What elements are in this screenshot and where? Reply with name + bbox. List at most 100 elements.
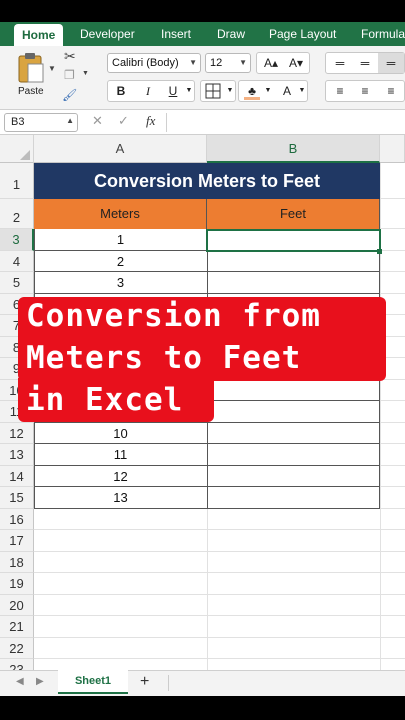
- row-header-1[interactable]: 1: [0, 163, 34, 199]
- row-header-2[interactable]: 2: [0, 199, 34, 229]
- format-painter-icon[interactable]: 🖌: [62, 88, 77, 102]
- cancel-icon[interactable]: ✕: [92, 113, 103, 129]
- ribbon-home: ▼ Paste ✂ ❐ ▼ 🖌 Calibri (Body) ▼ 12 ▼ A▴…: [0, 46, 405, 110]
- fill-dropdown-icon[interactable]: ▼: [263, 81, 273, 101]
- tab-draw[interactable]: Draw: [217, 22, 245, 46]
- row-header-18[interactable]: 18: [0, 551, 34, 573]
- align-right-icon[interactable]: ≡: [378, 81, 404, 101]
- row-header-22[interactable]: 22: [0, 637, 34, 659]
- row-header-13[interactable]: 13: [0, 444, 34, 466]
- formula-bar: B3 ▲▼ ✕ ✓ fx: [0, 110, 405, 142]
- borders-dropdown-icon[interactable]: ▼: [225, 81, 235, 101]
- underline-button[interactable]: U: [162, 81, 184, 101]
- copy-icon[interactable]: ❐: [64, 68, 75, 82]
- bold-button[interactable]: B: [108, 81, 134, 101]
- tab-divider: [168, 675, 169, 691]
- column-header-c[interactable]: [380, 135, 405, 163]
- row-header-21[interactable]: 21: [0, 616, 34, 638]
- row-header-12[interactable]: 12: [0, 422, 34, 444]
- column-header-b[interactable]: B: [207, 135, 380, 163]
- prev-sheet-icon[interactable]: ◀: [16, 676, 24, 687]
- font-size-buttons: A▴ A▾: [256, 52, 310, 74]
- gridline-row: [34, 658, 405, 659]
- next-sheet-icon[interactable]: ▶: [36, 676, 44, 687]
- row-header-20[interactable]: 20: [0, 594, 34, 616]
- row-header-3[interactable]: 3: [0, 229, 34, 251]
- horizontal-align-buttons: ≡ ≡ ≡: [325, 80, 405, 102]
- font-size-select[interactable]: 12 ▼: [205, 53, 251, 73]
- paste-button[interactable]: ▼ Paste: [8, 50, 58, 106]
- italic-button[interactable]: I: [135, 81, 161, 101]
- meters-cell-a5[interactable]: 3: [34, 272, 207, 294]
- decrease-font-button[interactable]: A▾: [284, 53, 308, 73]
- ribbon-tab-bar: Home Developer Insert Draw Page Layout F…: [0, 22, 405, 46]
- align-left-icon[interactable]: ≡: [328, 81, 352, 101]
- select-all-corner[interactable]: [0, 135, 34, 163]
- banner-line-2: Meters to Feet: [26, 340, 302, 376]
- font-color-icon[interactable]: A: [277, 81, 297, 101]
- sheet-tab-sheet1[interactable]: Sheet1: [58, 670, 128, 694]
- meters-cell-a14[interactable]: 12: [34, 466, 207, 488]
- gridline-row: [34, 550, 405, 552]
- clipboard-icon: [18, 53, 44, 83]
- gridline-row: [34, 572, 405, 573]
- row-header-14[interactable]: 14: [0, 465, 34, 487]
- name-box[interactable]: B3 ▲▼: [4, 113, 78, 142]
- font-size-value: 12: [210, 57, 223, 69]
- tab-page-layout[interactable]: Page Layout: [269, 22, 336, 46]
- row-header-4[interactable]: 4: [0, 250, 34, 272]
- gridline-row: [34, 636, 405, 638]
- select-all-triangle-icon: [20, 150, 30, 160]
- name-box-value: B3: [11, 116, 25, 128]
- banner-line-1: Conversion from: [26, 298, 321, 334]
- align-top-icon[interactable]: ═: [328, 53, 352, 73]
- copy-dropdown-icon[interactable]: ▼: [82, 70, 89, 77]
- increase-font-button[interactable]: A▴: [259, 53, 283, 73]
- chevron-down-icon: ▼: [189, 58, 197, 67]
- fill-font-color-buttons: ♣ ▼ A ▼: [238, 80, 308, 102]
- column-header-a[interactable]: A: [34, 135, 207, 163]
- fill-color-swatch: [244, 97, 260, 100]
- meters-cell-a12[interactable]: 10: [34, 423, 207, 445]
- header-meters[interactable]: Meters: [34, 199, 207, 229]
- paste-label: Paste: [18, 86, 44, 97]
- tab-developer[interactable]: Developer: [80, 22, 135, 46]
- tab-insert[interactable]: Insert: [161, 22, 191, 46]
- borders-button[interactable]: ▼: [200, 80, 236, 102]
- borders-icon: [205, 83, 221, 99]
- gridline-row: [34, 593, 405, 595]
- banner-line-3: in Excel: [26, 382, 184, 418]
- row-header-23[interactable]: 23: [0, 659, 34, 670]
- align-middle-icon[interactable]: ═: [353, 53, 377, 73]
- row-header-15[interactable]: 15: [0, 487, 34, 509]
- font-name-value: Calibri (Body): [112, 57, 179, 69]
- title-cell[interactable]: Conversion Meters to Feet: [34, 163, 380, 199]
- gridline-row: [34, 529, 405, 530]
- paste-dropdown-icon[interactable]: ▼: [48, 64, 56, 73]
- tab-formulas[interactable]: Formula: [361, 22, 405, 46]
- vertical-align-buttons: ═ ═ ═: [325, 52, 405, 74]
- confirm-icon[interactable]: ✓: [118, 113, 129, 129]
- meters-cell-a13[interactable]: 11: [34, 444, 207, 466]
- gridline-row: [34, 615, 405, 616]
- function-icon[interactable]: fx: [146, 113, 155, 129]
- cut-icon[interactable]: ✂: [64, 48, 76, 65]
- chevron-down-icon: ▼: [239, 58, 247, 67]
- meters-cell-a3[interactable]: 1: [34, 229, 207, 251]
- align-bottom-icon[interactable]: ═: [378, 53, 404, 73]
- underline-dropdown-icon[interactable]: ▼: [184, 81, 194, 101]
- meters-cell-a15[interactable]: 13: [34, 487, 207, 509]
- font-color-dropdown-icon[interactable]: ▼: [297, 81, 307, 101]
- add-sheet-button[interactable]: +: [140, 673, 149, 691]
- font-name-select[interactable]: Calibri (Body) ▼: [107, 53, 201, 73]
- selected-cell-b3[interactable]: [206, 229, 381, 252]
- header-feet[interactable]: Feet: [207, 199, 380, 229]
- row-header-5[interactable]: 5: [0, 272, 34, 294]
- tab-home[interactable]: Home: [14, 24, 64, 46]
- align-center-icon[interactable]: ≡: [353, 81, 377, 101]
- row-header-17[interactable]: 17: [0, 530, 34, 552]
- meters-cell-a4[interactable]: 2: [34, 251, 207, 273]
- fill-handle[interactable]: [377, 249, 382, 254]
- row-header-19[interactable]: 19: [0, 573, 34, 595]
- row-header-16[interactable]: 16: [0, 508, 34, 530]
